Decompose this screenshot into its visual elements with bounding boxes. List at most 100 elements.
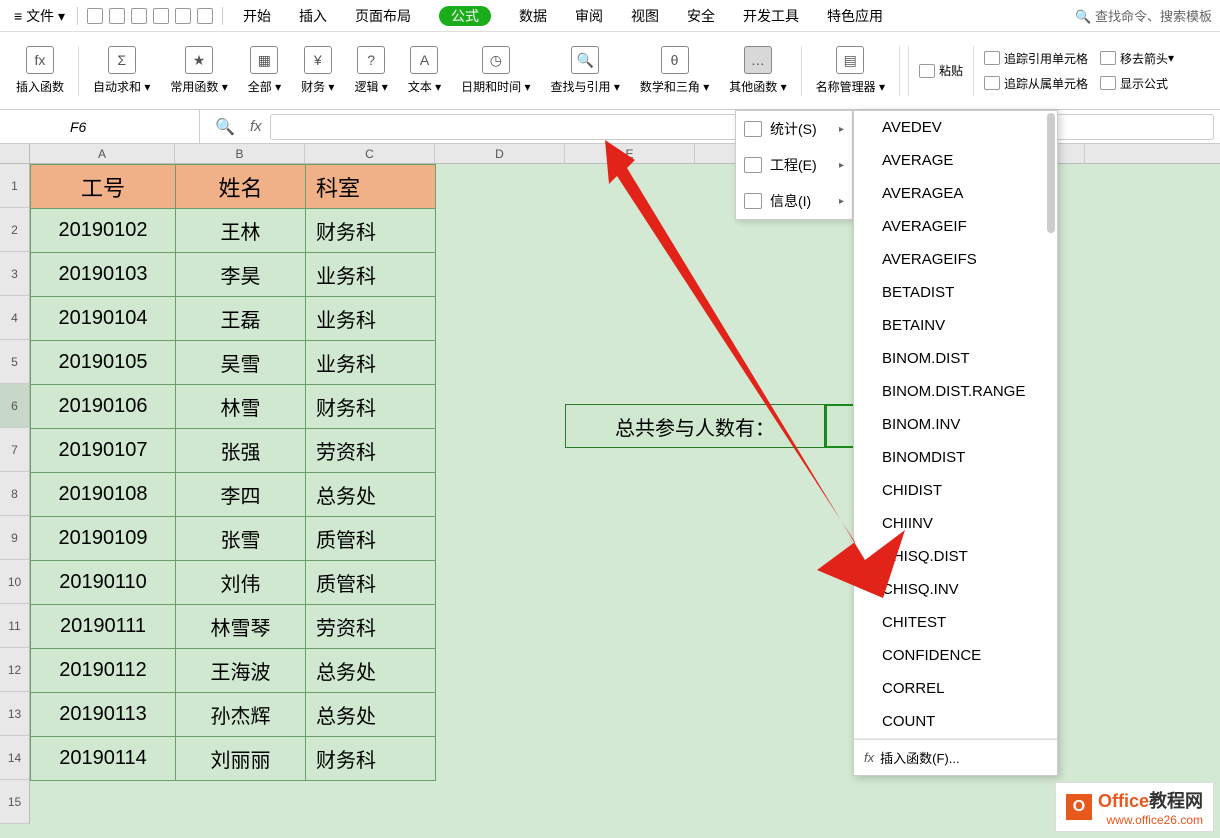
search-box[interactable]: 🔍 查找命令、搜索模板 [1075,6,1212,25]
table-header[interactable]: 姓名 [176,165,306,209]
table-cell[interactable]: 林雪琴 [176,605,306,649]
ribbon-其他函数[interactable]: …其他函数 ▾ [723,46,792,95]
col-header-B[interactable]: B [175,144,305,163]
ribbon-常用函数[interactable]: ★常用函数 ▾ [164,46,233,95]
function-item-AVEDEV[interactable]: AVEDEV [854,111,1057,144]
menu-tab-页面布局[interactable]: 页面布局 [355,8,411,24]
table-cell[interactable]: 总务处 [306,649,436,693]
table-header[interactable]: 工号 [31,165,176,209]
row-header-6[interactable]: 6 [0,384,29,428]
function-item-BINOMDIST[interactable]: BINOMDIST [854,441,1057,474]
row-header-8[interactable]: 8 [0,472,29,516]
ribbon-插入函数[interactable]: fx插入函数 [10,46,70,95]
table-header[interactable]: 科室 [306,165,436,209]
row-header-5[interactable]: 5 [0,340,29,384]
function-item-BETAINV[interactable]: BETAINV [854,309,1057,342]
table-cell[interactable]: 20190104 [31,297,176,341]
ribbon-查找与引用[interactable]: 🔍查找与引用 ▾ [545,46,626,95]
table-cell[interactable]: 劳资科 [306,429,436,473]
function-item-BETADIST[interactable]: BETADIST [854,276,1057,309]
menu-tab-开发工具[interactable]: 开发工具 [743,8,799,24]
table-cell[interactable]: 20190112 [31,649,176,693]
table-cell[interactable]: 王海波 [176,649,306,693]
file-menu[interactable]: ≡ 文件 ▾ [8,4,71,28]
ribbon-财务[interactable]: ¥财务 ▾ [295,46,340,95]
function-item-CONFIDENCE[interactable]: CONFIDENCE [854,639,1057,672]
col-header-C[interactable]: C [305,144,435,163]
table-cell[interactable]: 劳资科 [306,605,436,649]
table-cell[interactable]: 业务科 [306,253,436,297]
table-cell[interactable]: 吴雪 [176,341,306,385]
submenu-item[interactable]: 信息(I)▸ [736,183,852,219]
table-cell[interactable]: 张强 [176,429,306,473]
col-header-E[interactable]: E [565,144,695,163]
menu-tab-插入[interactable]: 插入 [299,8,327,24]
table-cell[interactable]: 质管科 [306,517,436,561]
function-item-CHIDIST[interactable]: CHIDIST [854,474,1057,507]
function-item-AVERAGEA[interactable]: AVERAGEA [854,177,1057,210]
toolbar-icon[interactable] [197,8,213,24]
menu-tab-视图[interactable]: 视图 [631,8,659,24]
select-all-corner[interactable] [0,144,30,163]
function-item-CORREL[interactable]: CORREL [854,672,1057,705]
insert-function-link[interactable]: fx插入函数(F)... [854,739,1057,775]
ribbon-自动求和[interactable]: Σ自动求和 ▾ [87,46,156,95]
row-header-7[interactable]: 7 [0,428,29,472]
toolbar-icon[interactable] [175,8,191,24]
table-cell[interactable]: 20190103 [31,253,176,297]
toolbar-icon[interactable] [87,8,103,24]
function-item-AVERAGEIFS[interactable]: AVERAGEIFS [854,243,1057,276]
table-cell[interactable]: 财务科 [306,209,436,253]
row-header-13[interactable]: 13 [0,692,29,736]
table-cell[interactable]: 刘伟 [176,561,306,605]
row-header-9[interactable]: 9 [0,516,29,560]
table-cell[interactable]: 业务科 [306,341,436,385]
name-box[interactable]: F6 [0,110,200,143]
trace-precedents[interactable]: 追踪引用单元格 [978,46,1094,71]
table-cell[interactable]: 20190106 [31,385,176,429]
row-header-11[interactable]: 11 [0,604,29,648]
function-item-COUNTA[interactable]: COUNTA [854,738,1057,739]
table-cell[interactable]: 20190102 [31,209,176,253]
table-cell[interactable]: 总务处 [306,693,436,737]
table-cell[interactable]: 刘丽丽 [176,737,306,781]
table-cell[interactable]: 林雪 [176,385,306,429]
table-cell[interactable]: 20190107 [31,429,176,473]
fx-label[interactable]: fx [250,118,262,135]
menu-tab-审阅[interactable]: 审阅 [575,8,603,24]
ribbon-数学和三角[interactable]: θ数学和三角 ▾ [634,46,715,95]
row-header-2[interactable]: 2 [0,208,29,252]
table-cell[interactable]: 孙杰辉 [176,693,306,737]
submenu-item[interactable]: 统计(S)▸ [736,111,852,147]
function-item-CHISQ.DIST[interactable]: CHISQ.DIST [854,540,1057,573]
row-header-10[interactable]: 10 [0,560,29,604]
table-cell[interactable]: 20190109 [31,517,176,561]
function-item-AVERAGEIF[interactable]: AVERAGEIF [854,210,1057,243]
trace-dependents[interactable]: 追踪从属单元格 [978,71,1094,96]
scrollbar[interactable] [1047,113,1055,233]
menu-tab-开始[interactable]: 开始 [243,8,271,24]
row-header-4[interactable]: 4 [0,296,29,340]
col-header-D[interactable]: D [435,144,565,163]
toolbar-icon[interactable] [153,8,169,24]
function-item-CHIINV[interactable]: CHIINV [854,507,1057,540]
function-item-AVERAGE[interactable]: AVERAGE [854,144,1057,177]
table-cell[interactable]: 20190111 [31,605,176,649]
row-header-15[interactable]: 15 [0,780,29,824]
function-item-BINOM.INV[interactable]: BINOM.INV [854,408,1057,441]
table-cell[interactable]: 总务处 [306,473,436,517]
function-item-CHITEST[interactable]: CHITEST [854,606,1057,639]
table-cell[interactable]: 财务科 [306,737,436,781]
table-cell[interactable]: 李昊 [176,253,306,297]
table-cell[interactable]: 20190108 [31,473,176,517]
function-item-CHISQ.INV[interactable]: CHISQ.INV [854,573,1057,606]
table-cell[interactable]: 李四 [176,473,306,517]
remove-arrows[interactable]: 移去箭头 ▾ [1094,46,1180,71]
toolbar-icon[interactable] [109,8,125,24]
table-cell[interactable]: 20190114 [31,737,176,781]
menu-tab-特色应用[interactable]: 特色应用 [827,8,883,24]
menu-tab-公式[interactable]: 公式 [439,6,491,26]
table-cell[interactable]: 20190113 [31,693,176,737]
table-cell[interactable]: 财务科 [306,385,436,429]
table-cell[interactable]: 张雪 [176,517,306,561]
